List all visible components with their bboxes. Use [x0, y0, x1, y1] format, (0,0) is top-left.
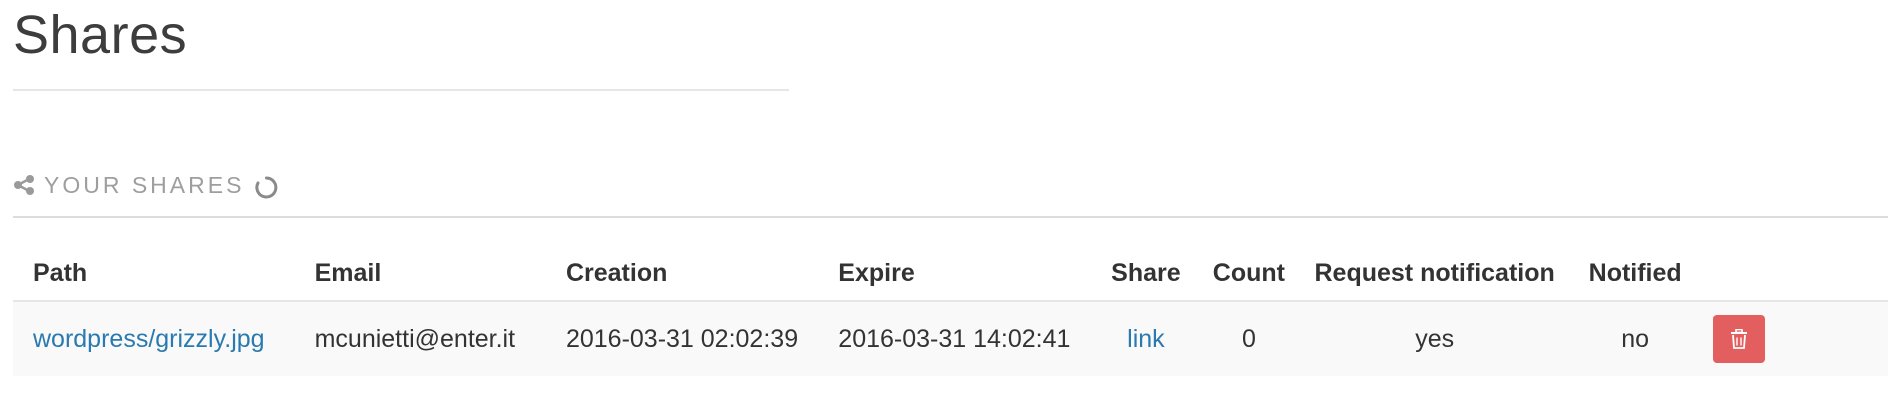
path-link[interactable]: wordpress/grizzly.jpg [33, 325, 265, 353]
column-header-email: Email [294, 246, 546, 302]
spinner-icon [254, 175, 279, 200]
shares-table: Path Email Creation Expire Share Count R… [13, 246, 1888, 376]
column-header-expire: Expire [818, 246, 1093, 302]
share-icon [13, 174, 35, 196]
table-header-row: Path Email Creation Expire Share Count R… [13, 246, 1888, 302]
column-header-count: Count [1199, 246, 1299, 302]
trash-icon [1730, 328, 1748, 349]
share-link[interactable]: link [1127, 325, 1165, 353]
column-header-request-notification: Request notification [1298, 246, 1572, 302]
cell-creation: 2016-03-31 02:02:39 [545, 301, 819, 376]
cell-actions [1699, 301, 1888, 376]
column-header-path: Path [13, 246, 295, 302]
section-label: YOUR SHARES [44, 171, 245, 198]
column-header-actions [1699, 246, 1888, 302]
cell-expire: 2016-03-31 14:02:41 [818, 301, 1093, 376]
shares-page: Shares YOUR SHARES Path Email Creation E… [0, 0, 1888, 418]
cell-request-notification: yes [1298, 301, 1572, 376]
column-header-notified: Notified [1571, 246, 1700, 302]
section-header: YOUR SHARES [13, 168, 279, 202]
table-row: wordpress/grizzly.jpg mcunietti@enter.it… [13, 301, 1888, 376]
section-divider [13, 216, 1888, 218]
cell-share: link [1092, 301, 1200, 376]
page-title: Shares [13, 5, 188, 65]
column-header-share: Share [1092, 246, 1200, 302]
cell-path: wordpress/grizzly.jpg [13, 301, 295, 376]
title-divider [13, 89, 789, 91]
cell-notified: no [1571, 301, 1700, 376]
cell-email: mcunietti@enter.it [294, 301, 546, 376]
delete-share-button[interactable] [1713, 315, 1766, 363]
cell-count: 0 [1199, 301, 1299, 376]
column-header-creation: Creation [545, 246, 819, 302]
